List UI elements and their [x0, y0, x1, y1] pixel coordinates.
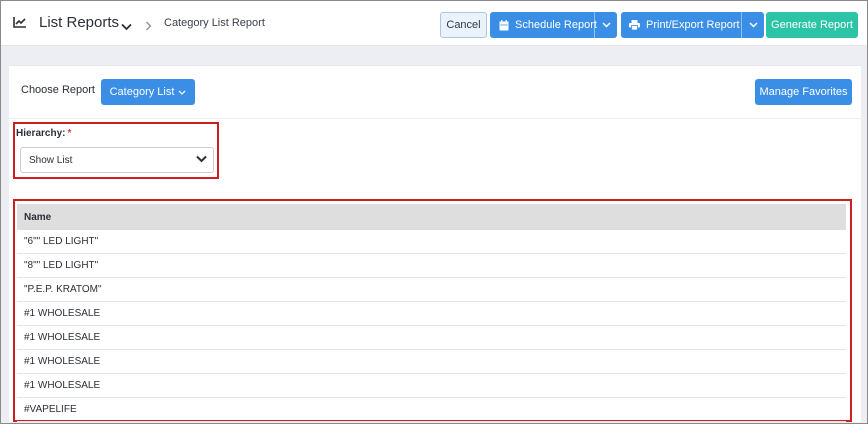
category-table: Name "6"" LED LIGHT" "8"" LED LIGHT" "P.… — [17, 204, 846, 422]
table-row[interactable]: #1 WHOLESALE — [17, 302, 846, 326]
generate-report-label: Generate Report — [771, 19, 853, 31]
cancel-button[interactable]: Cancel — [440, 12, 487, 38]
category-list-dropdown[interactable]: Category List — [101, 79, 195, 105]
table-row[interactable]: #VAPELIFE — [17, 398, 846, 422]
hierarchy-label-text: Hierarchy: — [16, 128, 66, 139]
schedule-report-button[interactable]: Schedule Report — [490, 12, 617, 38]
report-panel: Choose Report Category List Manage Favor… — [9, 65, 861, 422]
print-dropdown-toggle[interactable] — [741, 12, 764, 38]
print-export-label: Print/Export Report — [646, 19, 740, 31]
generate-report-button[interactable]: Generate Report — [766, 12, 858, 38]
manage-favorites-button[interactable]: Manage Favorites — [755, 79, 852, 105]
table-row[interactable]: #1 WHOLESALE — [17, 350, 846, 374]
schedule-dropdown-toggle[interactable] — [594, 12, 617, 38]
choose-report-label: Choose Report — [21, 84, 95, 96]
chevron-down-icon[interactable] — [121, 18, 132, 36]
breadcrumb: Category List Report — [164, 17, 265, 29]
category-list-label: Category List — [109, 86, 175, 98]
cancel-button-label: Cancel — [446, 19, 481, 31]
hierarchy-select[interactable]: Show List — [20, 147, 214, 173]
manage-favorites-label: Manage Favorites — [759, 86, 848, 98]
table-row[interactable]: #1 WHOLESALE — [17, 374, 846, 398]
divider — [9, 118, 861, 119]
table-row[interactable]: "P.E.P. KRATOM" — [17, 278, 846, 302]
page-title: List Reports — [39, 14, 120, 31]
schedule-report-label: Schedule Report — [515, 19, 597, 31]
chevron-right-icon — [145, 18, 152, 36]
chevron-down-icon — [748, 22, 758, 28]
required-mark: * — [67, 128, 72, 139]
column-header-name[interactable]: Name — [17, 204, 846, 230]
top-bar: List Reports Category List Report Cancel… — [1, 1, 867, 46]
print-export-button[interactable]: Print/Export Report — [621, 12, 764, 38]
printer-icon — [629, 20, 640, 30]
hierarchy-label: Hierarchy: * — [16, 128, 71, 139]
table-row[interactable]: "6"" LED LIGHT" — [17, 230, 846, 254]
hierarchy-select-value: Show List — [29, 154, 73, 166]
chevron-down-icon — [601, 22, 611, 28]
table-row[interactable]: #1 WHOLESALE — [17, 326, 846, 350]
line-chart-icon — [13, 15, 27, 33]
chevron-down-icon — [178, 90, 186, 95]
table-row[interactable]: "8"" LED LIGHT" — [17, 254, 846, 278]
chevron-down-icon — [196, 155, 207, 166]
calendar-icon — [499, 19, 509, 31]
